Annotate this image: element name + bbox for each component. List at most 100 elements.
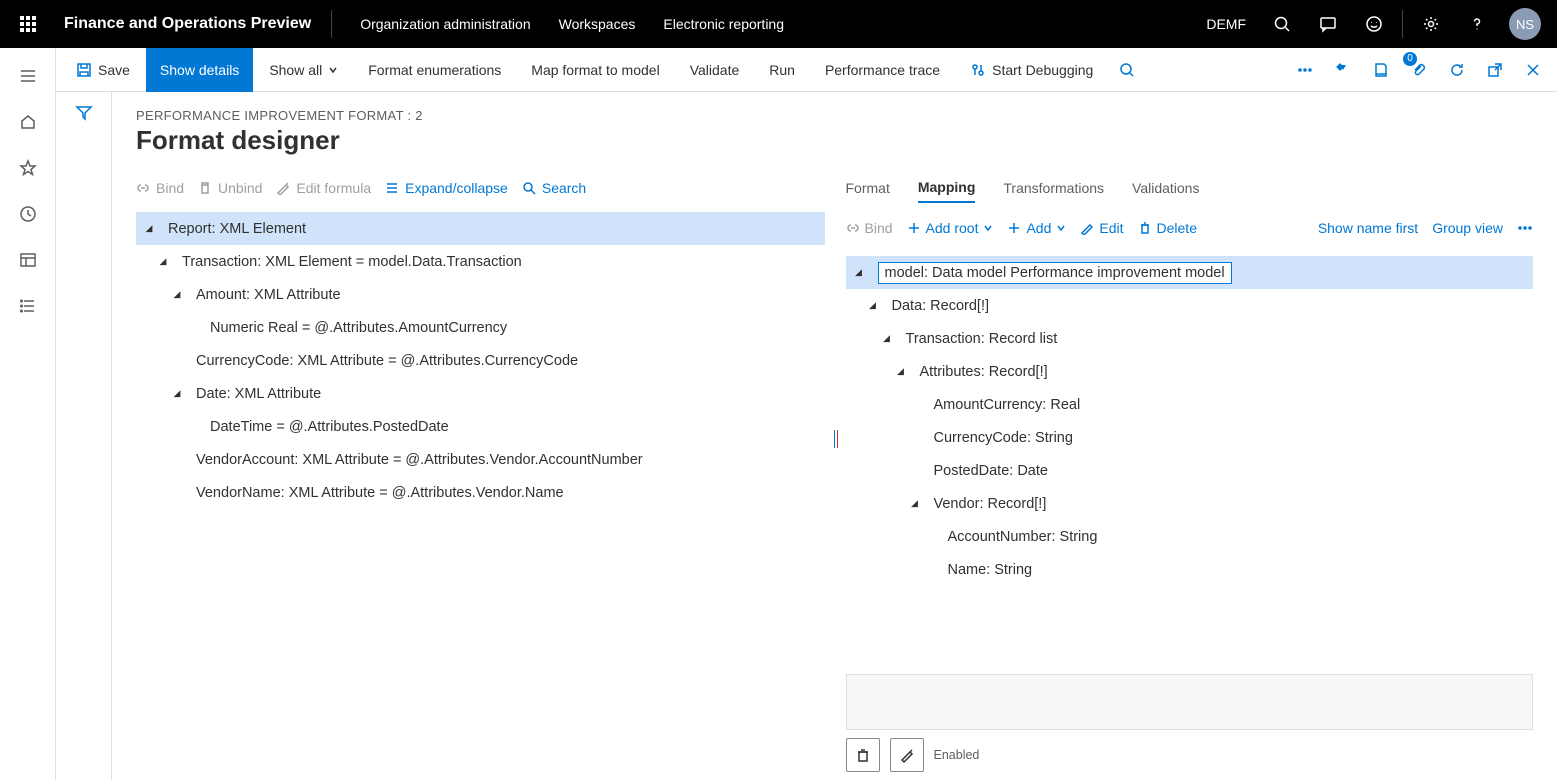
map-format-button[interactable]: Map format to model xyxy=(517,48,673,92)
tree-node-label: model: Data model Performance improvemen… xyxy=(878,262,1232,284)
add-label: Add xyxy=(1026,220,1051,236)
delete-icon-button[interactable] xyxy=(846,738,880,772)
expand-toggle-icon[interactable]: ◢ xyxy=(878,333,896,344)
book-icon[interactable] xyxy=(1363,48,1399,92)
tree-row[interactable]: ◢Date: XML Attribute xyxy=(136,377,825,410)
tab-mapping[interactable]: Mapping xyxy=(918,173,976,203)
format-enum-button[interactable]: Format enumerations xyxy=(354,48,515,92)
tree-row[interactable]: ◢VendorName: XML Attribute = @.Attribute… xyxy=(136,476,825,509)
search-command-icon[interactable] xyxy=(1109,48,1145,92)
more-icon[interactable] xyxy=(1287,48,1323,92)
tree-row[interactable]: ◢ model: Data model Performance improveme… xyxy=(846,256,1534,289)
hamburger-icon[interactable] xyxy=(8,56,48,96)
expand-toggle-icon[interactable]: ◢ xyxy=(892,366,910,377)
tab-transformations[interactable]: Transformations xyxy=(1003,174,1104,202)
map-format-label: Map format to model xyxy=(531,62,659,78)
home-icon[interactable] xyxy=(8,102,48,142)
search-label: Search xyxy=(542,180,586,196)
expand-toggle-icon[interactable]: ◢ xyxy=(906,498,924,509)
list-icon[interactable] xyxy=(8,286,48,326)
clock-icon[interactable] xyxy=(8,194,48,234)
expand-toggle-icon[interactable]: ◢ xyxy=(850,267,868,278)
search-icon[interactable] xyxy=(1260,0,1304,48)
show-details-button[interactable]: Show details xyxy=(146,48,253,92)
tree-row[interactable]: ◢Numeric Real = @.Attributes.AmountCurre… xyxy=(136,311,825,344)
footer-area: Enabled xyxy=(846,674,1534,780)
edit-button[interactable]: Edit xyxy=(1080,220,1123,236)
tree-row[interactable]: ◢DateTime = @.Attributes.PostedDate xyxy=(136,410,825,443)
tree-row[interactable]: ◢PostedDate: Date xyxy=(846,454,1534,487)
tree-row[interactable]: ◢Transaction: XML Element = model.Data.T… xyxy=(136,245,825,278)
tree-search-button[interactable]: Search xyxy=(522,180,586,196)
edit-formula-button[interactable]: Edit formula xyxy=(276,180,371,196)
tree-row[interactable]: ◢Name: String xyxy=(846,553,1534,586)
delete-label: Delete xyxy=(1157,220,1197,236)
waffle-icon xyxy=(20,16,36,32)
run-button[interactable]: Run xyxy=(755,48,809,92)
tree-row[interactable]: ◢CurrencyCode: String xyxy=(846,421,1534,454)
tree-node-label: Transaction: Record list xyxy=(906,331,1058,347)
expand-toggle-icon[interactable]: ◢ xyxy=(140,223,158,234)
app-launcher[interactable] xyxy=(0,0,56,48)
tree-row[interactable]: ◢ Amount: XML Attribute xyxy=(136,278,825,311)
add-root-button[interactable]: Add root xyxy=(907,220,994,236)
show-all-button[interactable]: Show all xyxy=(255,48,352,92)
breadcrumb-item[interactable]: Workspaces xyxy=(559,16,636,32)
tree-row[interactable]: ◢ Report: XML Element xyxy=(136,212,825,245)
save-button[interactable]: Save xyxy=(62,48,144,92)
workspace-icon[interactable] xyxy=(8,240,48,280)
unbind-button[interactable]: Unbind xyxy=(198,180,262,196)
gear-icon[interactable] xyxy=(1409,0,1453,48)
filter-icon[interactable] xyxy=(75,104,93,780)
tree-node-label: AmountCurrency: Real xyxy=(934,397,1081,413)
show-name-first-button[interactable]: Show name first xyxy=(1318,220,1418,236)
tree-row[interactable]: ◢Vendor: Record[!] xyxy=(846,487,1534,520)
user-avatar[interactable]: NS xyxy=(1509,8,1541,40)
attach-icon[interactable]: 0 xyxy=(1401,48,1437,92)
chat-icon[interactable] xyxy=(1306,0,1350,48)
company-label[interactable]: DEMF xyxy=(1194,16,1258,32)
close-icon[interactable] xyxy=(1515,48,1551,92)
expand-toggle-icon[interactable]: ◢ xyxy=(864,300,882,311)
format-tree[interactable]: ◢ Report: XML Element ◢Transaction: XML El… xyxy=(136,212,825,780)
popout-icon[interactable] xyxy=(1477,48,1513,92)
enabled-label: Enabled xyxy=(934,748,980,762)
tab-validations[interactable]: Validations xyxy=(1132,174,1199,202)
star-icon[interactable] xyxy=(8,148,48,188)
edit-icon-button[interactable] xyxy=(890,738,924,772)
expand-collapse-button[interactable]: Expand/collapse xyxy=(385,180,508,196)
pin-icon[interactable] xyxy=(1325,48,1361,92)
delete-button[interactable]: Delete xyxy=(1138,220,1197,236)
tree-row[interactable]: ◢AmountCurrency: Real xyxy=(846,388,1534,421)
group-view-button[interactable]: Group view xyxy=(1432,220,1503,236)
perf-trace-button[interactable]: Performance trace xyxy=(811,48,954,92)
tab-format[interactable]: Format xyxy=(846,174,890,202)
tree-node-label: Amount: XML Attribute xyxy=(196,287,341,303)
start-debug-button[interactable]: Start Debugging xyxy=(956,48,1107,92)
breadcrumb: Organization administration Workspaces E… xyxy=(336,16,784,32)
breadcrumb-item[interactable]: Organization administration xyxy=(360,16,530,32)
help-icon[interactable] xyxy=(1455,0,1499,48)
add-button[interactable]: Add xyxy=(1007,220,1066,236)
validate-button[interactable]: Validate xyxy=(676,48,754,92)
resize-handle[interactable] xyxy=(834,430,839,448)
left-rail xyxy=(0,48,56,780)
bind-button[interactable]: Bind xyxy=(846,220,893,236)
tree-row[interactable]: ◢CurrencyCode: XML Attribute = @.Attribu… xyxy=(136,344,825,377)
expand-toggle-icon[interactable]: ◢ xyxy=(168,388,186,399)
tree-row[interactable]: ◢AccountNumber: String xyxy=(846,520,1534,553)
tree-node-label: Report: XML Element xyxy=(168,221,306,237)
smiley-icon[interactable] xyxy=(1352,0,1396,48)
validate-label: Validate xyxy=(690,62,740,78)
expand-toggle-icon[interactable]: ◢ xyxy=(168,289,186,300)
more-icon[interactable] xyxy=(1517,220,1533,236)
tree-row[interactable]: ◢Attributes: Record[!] xyxy=(846,355,1534,388)
mapping-tree[interactable]: ◢ model: Data model Performance improveme… xyxy=(846,256,1534,666)
refresh-icon[interactable] xyxy=(1439,48,1475,92)
breadcrumb-item[interactable]: Electronic reporting xyxy=(663,16,784,32)
bind-button[interactable]: Bind xyxy=(136,180,184,196)
tree-row[interactable]: ◢Data: Record[!] xyxy=(846,289,1534,322)
tree-row[interactable]: ◢ Transaction: Record list xyxy=(846,322,1534,355)
expand-toggle-icon[interactable]: ◢ xyxy=(154,256,172,267)
tree-row[interactable]: ◢VendorAccount: XML Attribute = @.Attrib… xyxy=(136,443,825,476)
